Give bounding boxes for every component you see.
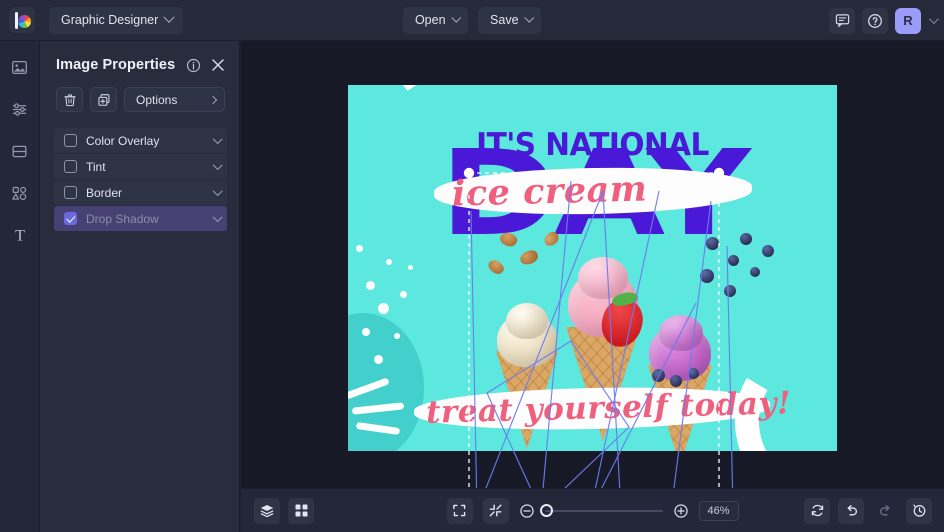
blueberry [762, 245, 774, 257]
avatar-initial: R [903, 13, 913, 28]
property-row-color-overlay[interactable]: Color Overlay [54, 128, 227, 153]
property-row-tint[interactable]: Tint [54, 154, 227, 179]
blueberry [700, 269, 714, 283]
undo-button[interactable] [838, 497, 864, 524]
redo-button[interactable] [872, 498, 898, 524]
artwork: DAY IT'S NATIONAL [348, 85, 837, 451]
decor-dot [394, 333, 400, 339]
delete-button[interactable] [56, 87, 83, 112]
fit-screen-button[interactable] [446, 497, 473, 524]
chevron-down-icon [524, 12, 534, 22]
decor-dot [378, 303, 389, 314]
checkbox-drop-shadow[interactable] [64, 212, 77, 225]
property-label: Drop Shadow [86, 211, 159, 226]
image-properties-panel: Image Properties Options Color Overlay T… [40, 41, 240, 532]
property-row-border[interactable]: Border [54, 180, 227, 205]
befunky-logo-icon[interactable] [9, 7, 35, 33]
property-label: Tint [86, 159, 106, 174]
page-title: Image Properties [56, 57, 176, 73]
bottom-toolbar: 46% [241, 488, 944, 532]
file-actions: Open Save [382, 6, 562, 34]
chat-icon[interactable] [829, 7, 855, 34]
rail-item-image[interactable] [5, 54, 35, 80]
blueberry [652, 369, 665, 382]
blueberry [670, 375, 682, 387]
open-button[interactable]: Open [402, 6, 469, 34]
rail-item-text[interactable]: T [5, 222, 35, 248]
options-label: Options [136, 92, 178, 107]
blueberry [688, 368, 699, 379]
svg-text:T: T [15, 228, 25, 245]
checkbox-border[interactable] [64, 186, 77, 199]
rail-item-frames[interactable] [5, 138, 35, 164]
layers-button[interactable] [254, 497, 280, 524]
zoom-slider[interactable] [539, 503, 663, 517]
grid-button[interactable] [288, 497, 314, 524]
save-label: Save [490, 13, 519, 27]
decor-dot [356, 245, 363, 252]
property-label: Color Overlay [86, 133, 160, 148]
history-button[interactable] [906, 497, 932, 524]
befunky-graphic-designer: Graphic Designer Open Save R T Image Pro… [0, 0, 944, 532]
chevron-down-icon[interactable] [212, 134, 222, 144]
chevron-down-icon[interactable] [212, 212, 222, 222]
design-canvas[interactable]: DAY IT'S NATIONAL [348, 85, 837, 451]
info-icon[interactable] [186, 58, 201, 73]
blueberry [706, 237, 719, 250]
checkbox-tint[interactable] [64, 160, 77, 173]
chevron-down-icon [451, 12, 461, 22]
canvas-headline: IT'S NATIONAL [476, 127, 709, 163]
property-row-drop-shadow[interactable]: Drop Shadow [54, 206, 227, 231]
decor-dot [400, 291, 407, 298]
reset-button[interactable] [804, 497, 830, 524]
panel-header: Image Properties [40, 41, 239, 73]
close-icon[interactable] [211, 58, 225, 72]
chevron-down-icon[interactable] [928, 14, 939, 25]
blueberry [724, 285, 736, 297]
blueberry [740, 233, 752, 245]
decor-dot [362, 328, 370, 336]
chevron-down-icon[interactable] [212, 160, 222, 170]
decor-dot [366, 281, 375, 290]
account-actions: R [829, 0, 939, 41]
decor-dot [374, 355, 383, 364]
blueberry [728, 255, 739, 266]
zoom-level-value[interactable]: 46% [698, 500, 739, 521]
app-mode-selector[interactable]: Graphic Designer [49, 6, 184, 34]
zoom-in-button[interactable] [673, 503, 689, 519]
options-button[interactable]: Options [124, 87, 225, 112]
property-label: Border [86, 185, 123, 200]
decor-dot [408, 265, 413, 270]
top-toolbar: Graphic Designer Open Save R [0, 0, 944, 41]
properties-list: Color Overlay Tint Border Drop Shadow [40, 128, 239, 231]
zoom-slider-handle[interactable] [539, 503, 553, 517]
app-mode-label: Graphic Designer [61, 13, 159, 27]
chevron-down-icon[interactable] [212, 186, 222, 196]
avatar[interactable]: R [895, 7, 921, 34]
shrink-button[interactable] [482, 497, 509, 524]
open-label: Open [414, 13, 446, 27]
chevron-right-icon [208, 95, 218, 104]
save-button[interactable]: Save [478, 6, 542, 34]
tool-rail: T [0, 41, 40, 532]
chevron-down-icon [163, 11, 175, 23]
checkbox-color-overlay[interactable] [64, 134, 77, 147]
object-actions: Options [40, 73, 239, 112]
blueberry [750, 267, 760, 277]
zoom-out-button[interactable] [519, 503, 535, 519]
canvas-script-top: ice cream [451, 168, 648, 215]
canvas-workspace[interactable]: DAY IT'S NATIONAL [241, 41, 944, 488]
help-icon[interactable] [862, 7, 888, 34]
duplicate-button[interactable] [90, 87, 117, 112]
rail-item-edit[interactable] [5, 96, 35, 122]
decor-dot [386, 259, 392, 265]
rail-item-graphics[interactable] [5, 180, 35, 206]
